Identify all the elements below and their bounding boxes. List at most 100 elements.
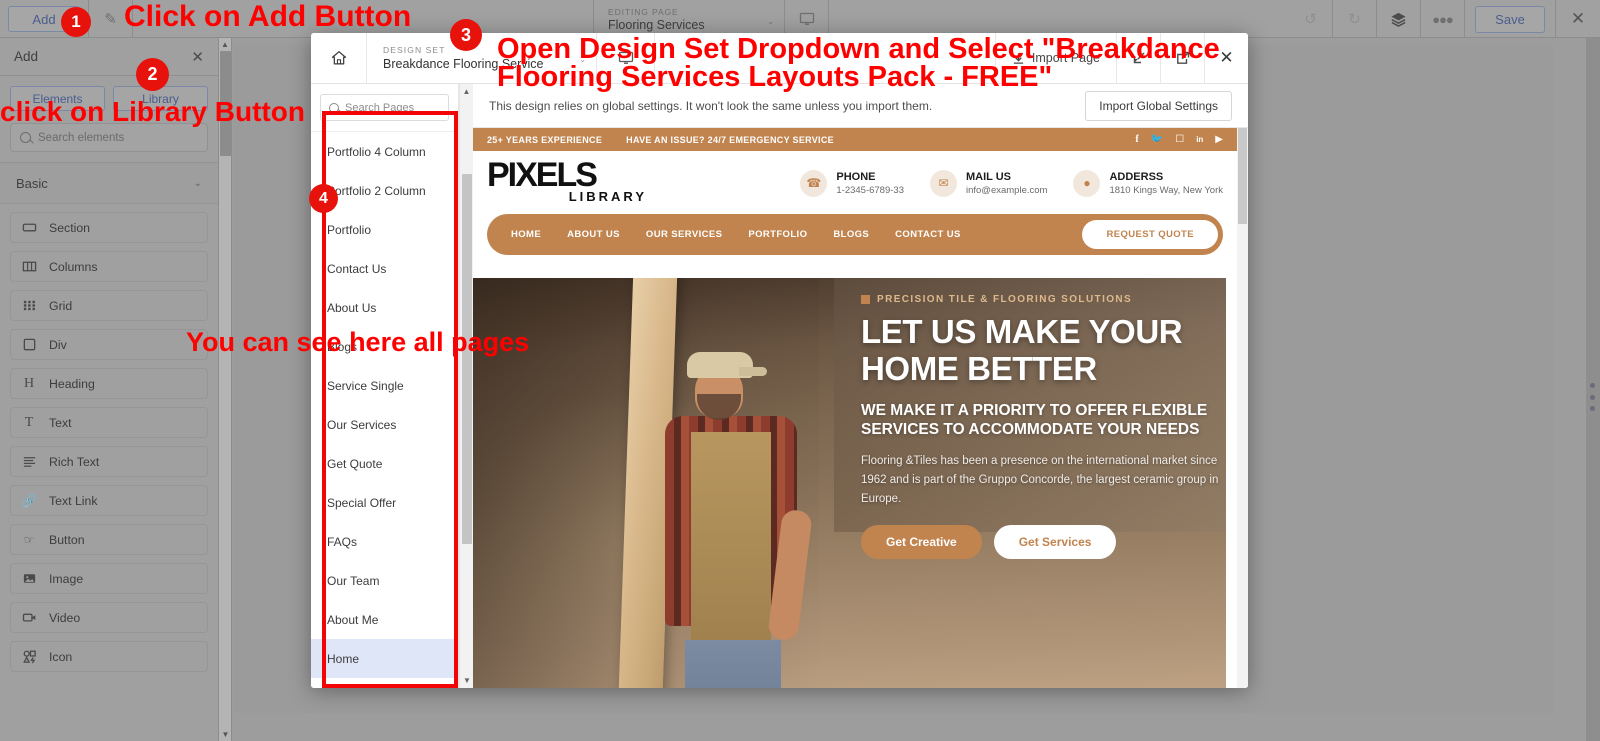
redo-icon: ↻ — [1348, 11, 1361, 28]
save-button-cell[interactable]: Save — [1465, 0, 1556, 38]
element-item-columns[interactable]: Columns — [10, 251, 208, 282]
add-panel-title: Add — [14, 49, 39, 64]
save-button[interactable]: Save — [1475, 5, 1545, 33]
contact-text-mail: MAIL US info@example.com — [966, 171, 1047, 196]
heading-icon: H — [23, 375, 35, 391]
redo-button[interactable]: ↻ — [1333, 0, 1377, 38]
nav-item-contact-us[interactable]: CONTACT US — [895, 229, 961, 240]
scrollbar-thumb[interactable] — [462, 174, 472, 544]
nav-item-about-us[interactable]: ABOUT US — [567, 229, 620, 240]
facebook-icon[interactable]: f — [1135, 134, 1138, 145]
social-links: f 🐦 ☐ in ▶ — [1135, 134, 1223, 145]
request-quote-button[interactable]: REQUEST QUOTE — [1082, 220, 1218, 249]
get-services-button[interactable]: Get Services — [993, 525, 1117, 560]
twitter-icon[interactable]: 🐦 — [1151, 134, 1163, 145]
hero-kicker-text: PRECISION TILE & FLOORING SOLUTIONS — [877, 294, 1133, 305]
element-item-label: Button — [49, 532, 85, 547]
nav-item-blogs[interactable]: BLOGS — [833, 229, 869, 240]
scroll-up-icon[interactable]: ▲ — [460, 84, 473, 99]
image-icon — [21, 571, 37, 587]
hero-heading: LET US MAKE YOUR HOME BETTER — [861, 313, 1221, 388]
element-item-heading[interactable]: H Heading — [10, 368, 208, 399]
header-contact-address: ● ADDERSS 1810 Kings Way, New York — [1073, 169, 1223, 197]
import-global-settings-button[interactable]: Import Global Settings — [1085, 90, 1232, 121]
hero-section: PRECISION TILE & FLOORING SOLUTIONS LET … — [473, 278, 1226, 688]
element-item-div[interactable]: Div — [10, 329, 208, 360]
notice-text: This design relies on global settings. I… — [489, 98, 933, 113]
element-item-label: Div — [49, 337, 67, 352]
location-icon: ● — [1073, 169, 1101, 197]
element-item-icon[interactable]: Icon — [10, 641, 208, 672]
annotation-box-pages — [322, 111, 458, 688]
close-icon: ✕ — [1570, 9, 1586, 28]
hero-heading-line-1: LET US MAKE YOUR — [861, 313, 1183, 350]
site-announcement-bar: 25+ YEARS EXPERIENCE HAVE AN ISSUE? 24/7… — [473, 128, 1237, 151]
contact-value: info@example.com — [965, 184, 1048, 196]
library-home-button[interactable] — [311, 33, 367, 83]
annotation-step-2: click on Library Button — [0, 96, 305, 127]
close-builder-button[interactable]: ✕ — [1556, 0, 1600, 38]
contact-value: 1810 Kings Way, New York — [1109, 184, 1223, 196]
link-icon: 🔗 — [21, 493, 37, 508]
more-options-button[interactable]: ●●● — [1421, 0, 1465, 38]
pages-scrollbar[interactable]: ▲ ▼ — [459, 84, 473, 688]
hero-buttons: Get Creative Get Services — [861, 525, 1221, 560]
element-item-text-link[interactable]: 🔗 Text Link — [10, 485, 208, 516]
element-group-label: Basic — [16, 175, 48, 191]
hero-heading-line-2: HOME BETTER — [861, 349, 1097, 387]
element-item-section[interactable]: Section — [10, 212, 208, 243]
mail-icon: ✉ — [929, 169, 957, 197]
worker-overalls — [691, 432, 771, 662]
editing-page-kicker: EDITING PAGE — [608, 6, 679, 17]
close-icon: ✕ — [1219, 48, 1234, 67]
undo-button[interactable]: ↺ — [1289, 0, 1333, 38]
video-icon — [21, 610, 37, 626]
add-panel-scrollbar[interactable]: ▲ ▼ — [219, 38, 232, 741]
modal-main: This design relies on global settings. I… — [473, 84, 1248, 688]
hero-worker-photo — [651, 340, 821, 688]
hero-subheading: WE MAKE IT A PRIORITY TO OFFER FLEXIBLE … — [861, 401, 1208, 439]
scroll-up-icon[interactable]: ▲ — [219, 38, 231, 51]
rich-text-icon — [21, 454, 37, 470]
annotation-badge-2: 2 — [136, 58, 169, 91]
element-item-grid[interactable]: Grid — [10, 290, 208, 321]
add-panel-close-icon[interactable]: ✕ — [191, 48, 204, 66]
linkedin-icon[interactable]: in — [1196, 135, 1203, 144]
site-navigation: HOME ABOUT US OUR SERVICES PORTFOLIO BLO… — [487, 214, 1223, 255]
scroll-down-icon[interactable]: ▼ — [219, 728, 232, 741]
site-logo[interactable]: PIXELS LIBRARY — [487, 158, 647, 208]
nav-item-portfolio[interactable]: PORTFOLIO — [748, 229, 807, 240]
youtube-icon[interactable]: ▶ — [1215, 134, 1223, 145]
element-item-label: Video — [49, 610, 81, 625]
announcement-experience: 25+ YEARS EXPERIENCE — [487, 134, 603, 145]
element-item-video[interactable]: Video — [10, 602, 208, 633]
contact-text-address: ADDERSS 1810 Kings Way, New York — [1109, 171, 1223, 196]
scrollbar-thumb[interactable] — [1238, 128, 1247, 224]
annotation-badge-4: 4 — [309, 184, 338, 213]
element-item-label: Image — [49, 571, 84, 586]
get-creative-button[interactable]: Get Creative — [861, 525, 982, 560]
element-group-basic[interactable]: Basic ⌄ — [0, 162, 218, 204]
element-item-rich-text[interactable]: Rich Text — [10, 446, 208, 477]
contact-title: PHONE — [836, 170, 876, 183]
logo-main-text: PIXELS — [487, 156, 598, 194]
element-item-label: Text — [49, 415, 72, 430]
contact-title: MAIL US — [965, 170, 1012, 183]
phone-icon: ☎ — [800, 169, 828, 197]
nav-item-home[interactable]: HOME — [511, 229, 541, 240]
element-item-button[interactable]: ☞ Button — [10, 524, 208, 555]
announcement-emergency: HAVE AN ISSUE? 24/7 EMERGENCY SERVICE — [626, 134, 834, 145]
instagram-icon[interactable]: ☐ — [1175, 134, 1184, 145]
nav-item-our-services[interactable]: OUR SERVICES — [646, 229, 722, 240]
element-item-image[interactable]: Image — [10, 563, 208, 594]
worker-jeans — [685, 640, 781, 688]
section-icon — [21, 220, 37, 236]
panel-resize-handle[interactable] — [1588, 383, 1597, 411]
preview-scrollbar[interactable] — [1237, 128, 1248, 688]
element-item-text[interactable]: T Text — [10, 407, 208, 438]
columns-icon — [21, 259, 37, 275]
scroll-down-icon[interactable]: ▼ — [460, 673, 474, 688]
layers-button[interactable] — [1377, 0, 1421, 38]
icon-icon — [21, 649, 37, 665]
home-icon — [331, 51, 346, 65]
